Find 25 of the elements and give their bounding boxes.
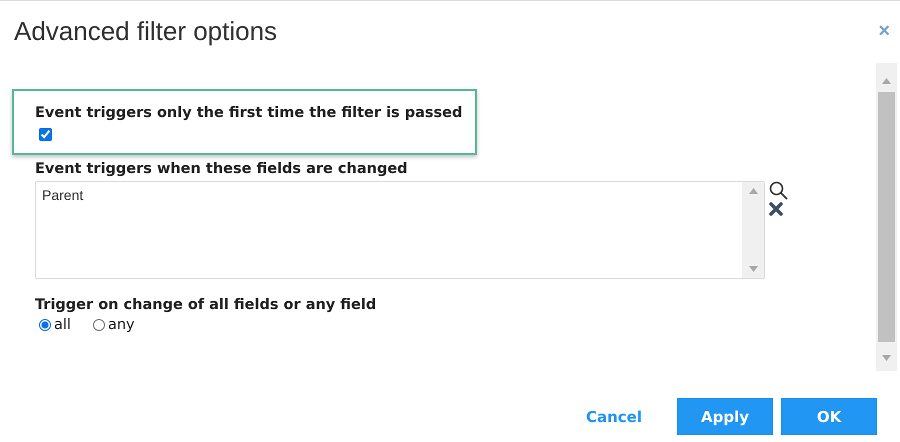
close-button[interactable]: × xyxy=(878,20,890,42)
scroll-up-icon[interactable] xyxy=(882,78,891,84)
field-label: Trigger on change of all fields or any field xyxy=(35,297,378,313)
scroll-thumb[interactable] xyxy=(878,92,895,342)
checkbox[interactable] xyxy=(39,128,52,141)
cancel-link[interactable]: Cancel xyxy=(559,398,669,435)
dialog-button[interactable]: Apply xyxy=(677,398,773,435)
radio-button[interactable] xyxy=(92,319,105,331)
dialog-title: Advanced filter options xyxy=(14,16,278,46)
scroll-up-icon[interactable] xyxy=(748,188,758,194)
radio-option[interactable]: any xyxy=(88,317,135,333)
radio-button[interactable] xyxy=(39,319,51,331)
option-label: any xyxy=(108,317,135,333)
scroll-down-icon[interactable] xyxy=(882,355,891,361)
fields-textarea[interactable]: Parent xyxy=(35,181,765,279)
radio-option[interactable]: all xyxy=(35,317,71,333)
clear-icon[interactable] xyxy=(769,202,783,216)
scroll-down-icon[interactable] xyxy=(748,266,758,272)
scrollbar[interactable] xyxy=(876,63,897,371)
field-value: Parent xyxy=(41,186,84,205)
field-label: Event triggers only the first time the filter is passed xyxy=(35,105,464,121)
search-icon[interactable] xyxy=(769,181,788,200)
field-label: Event triggers when these fields are changed xyxy=(35,161,409,177)
dialog-button[interactable]: OK xyxy=(781,398,877,435)
option-label: all xyxy=(54,317,71,333)
